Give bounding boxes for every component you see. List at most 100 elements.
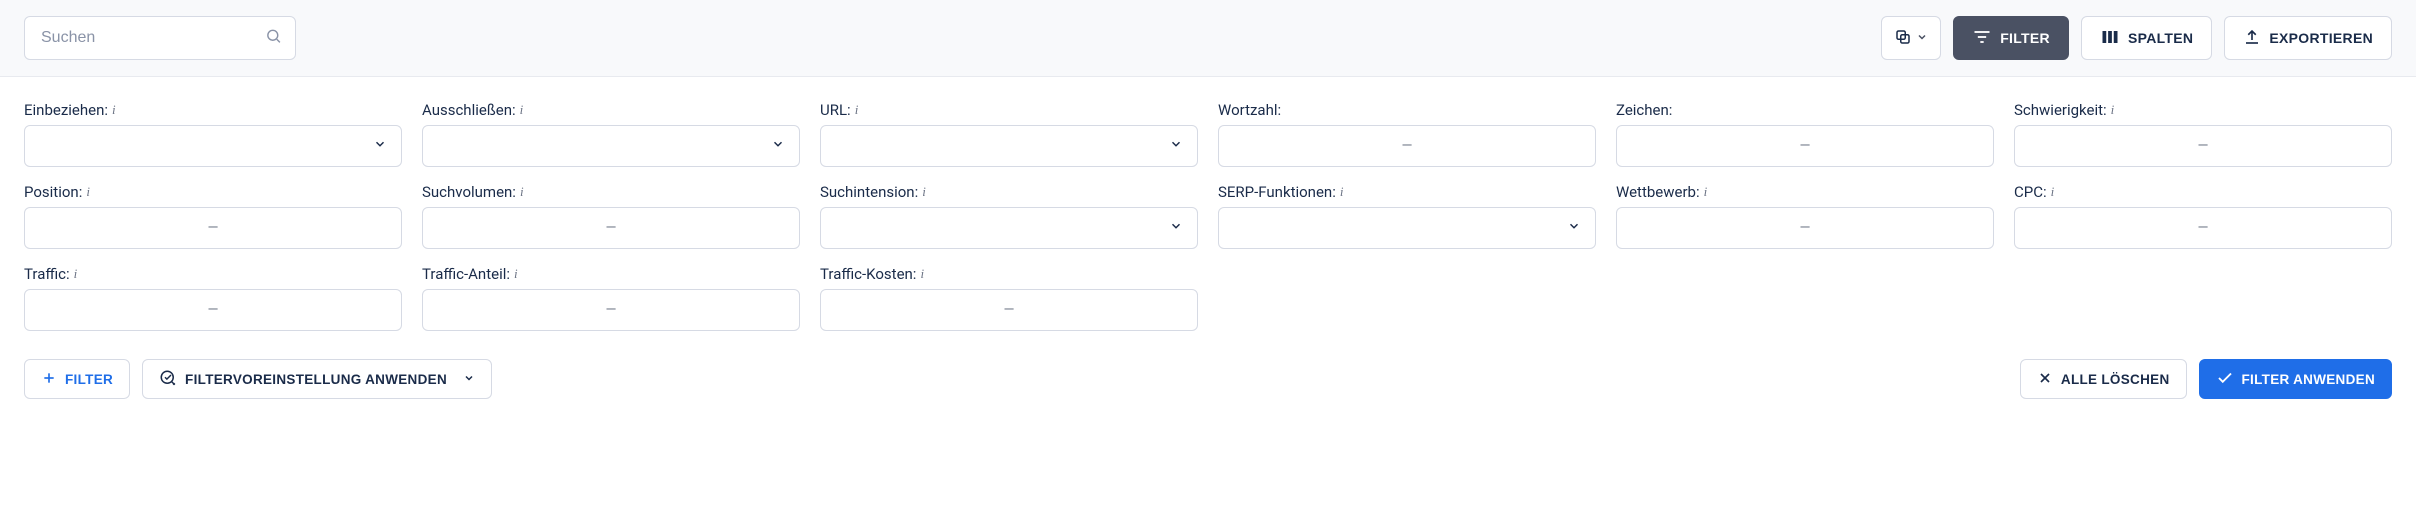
filter-select[interactable] — [422, 125, 800, 167]
info-icon[interactable]: i — [922, 184, 926, 200]
add-filter-button[interactable]: FILTER — [24, 359, 130, 399]
filter-cell: Suchvolumen:i — — [422, 183, 800, 249]
filter-toggle-label: FILTER — [2000, 30, 2050, 46]
filter-cell: SERP-Funktionen:i — [1218, 183, 1596, 249]
info-icon[interactable]: i — [2111, 102, 2115, 118]
filter-range[interactable]: — — [24, 207, 402, 249]
info-icon[interactable]: i — [520, 184, 524, 200]
filter-label-text: Suchvolumen: — [422, 183, 516, 201]
chevron-down-icon — [1169, 219, 1183, 237]
filter-label-text: Traffic-Anteil: — [422, 265, 510, 283]
clear-all-button[interactable]: ALLE LÖSCHEN — [2020, 359, 2187, 399]
info-icon[interactable]: i — [74, 266, 78, 282]
filter-cell — [2014, 265, 2392, 331]
info-icon[interactable]: i — [514, 266, 518, 282]
apply-filter-button[interactable]: FILTER ANWENDEN — [2199, 359, 2393, 399]
filter-range[interactable]: — — [422, 207, 800, 249]
filter-select[interactable] — [820, 125, 1198, 167]
columns-button[interactable]: SPALTEN — [2081, 16, 2212, 60]
filter-cell — [1616, 265, 1994, 331]
filter-label: Suchvolumen:i — [422, 183, 800, 201]
info-icon[interactable]: i — [112, 102, 116, 118]
filter-label: SERP-Funktionen:i — [1218, 183, 1596, 201]
chevron-down-icon — [373, 137, 387, 155]
filter-label-text: Traffic: — [24, 265, 70, 283]
filter-label: Schwierigkeit:i — [2014, 101, 2392, 119]
info-icon[interactable]: i — [520, 102, 524, 118]
filter-range[interactable]: — — [2014, 207, 2392, 249]
filter-actions: FILTER FILTERVOREINSTELLUNG ANWENDEN — [24, 359, 2392, 399]
filter-range[interactable]: — — [1616, 125, 1994, 167]
toolbar: FILTER SPALTEN EXPORTIEREN — [0, 0, 2416, 77]
chevron-down-icon — [771, 137, 785, 155]
filter-label: CPC:i — [2014, 183, 2392, 201]
filter-label-text: Wortzahl: — [1218, 101, 1281, 119]
info-icon[interactable]: i — [855, 102, 859, 118]
filter-label-text: CPC: — [2014, 183, 2047, 201]
filter-select[interactable] — [24, 125, 402, 167]
filter-range[interactable]: — — [422, 289, 800, 331]
filter-select[interactable] — [820, 207, 1198, 249]
filter-cell: Wettbewerb:i — — [1616, 183, 1994, 249]
filter-label: Traffic:i — [24, 265, 402, 283]
check-icon — [2216, 369, 2234, 390]
filter-label-text: Suchintension: — [820, 183, 918, 201]
export-label: EXPORTIEREN — [2269, 30, 2373, 46]
filter-range[interactable]: — — [820, 289, 1198, 331]
chevron-down-icon — [1916, 30, 1928, 46]
search-input[interactable] — [24, 16, 296, 60]
columns-icon — [2100, 28, 2120, 49]
info-icon[interactable]: i — [920, 266, 924, 282]
filter-grid: Einbeziehen:iAusschließen:iURL:iWortzahl… — [24, 101, 2392, 331]
filter-label-text: Wettbewerb: — [1616, 183, 1700, 201]
filter-label: Wortzahl: — [1218, 101, 1596, 119]
preset-button[interactable]: FILTERVOREINSTELLUNG ANWENDEN — [142, 359, 492, 399]
info-icon[interactable]: i — [1704, 184, 1708, 200]
filter-label-text: SERP-Funktionen: — [1218, 183, 1336, 201]
filter-range[interactable]: — — [1218, 125, 1596, 167]
filter-range[interactable]: — — [2014, 125, 2392, 167]
filter-cell: Schwierigkeit:i — — [2014, 101, 2392, 167]
filter-select[interactable] — [1218, 207, 1596, 249]
export-button[interactable]: EXPORTIEREN — [2224, 16, 2392, 60]
filter-icon — [1972, 27, 1992, 50]
close-icon — [2037, 370, 2053, 389]
copy-dropdown-button[interactable] — [1881, 16, 1941, 60]
plus-icon — [41, 370, 57, 389]
filter-label-text: Traffic-Kosten: — [820, 265, 916, 283]
filter-label: Position:i — [24, 183, 402, 201]
actions-right: ALLE LÖSCHEN FILTER ANWENDEN — [2020, 359, 2392, 399]
filter-toggle-button[interactable]: FILTER — [1953, 16, 2069, 60]
filter-label-text: Ausschließen: — [422, 101, 516, 119]
filter-cell: Traffic-Kosten:i — — [820, 265, 1198, 331]
filter-label: Suchintension:i — [820, 183, 1198, 201]
filter-cell: Zeichen: — — [1616, 101, 1994, 167]
toolbar-right: FILTER SPALTEN EXPORTIEREN — [1881, 16, 2392, 60]
columns-label: SPALTEN — [2128, 30, 2193, 46]
filter-label: Wettbewerb:i — [1616, 183, 1994, 201]
filter-label-text: Zeichen: — [1616, 101, 1672, 119]
info-icon[interactable]: i — [1340, 184, 1344, 200]
search-wrap — [24, 16, 296, 60]
filter-range[interactable]: — — [24, 289, 402, 331]
filter-label-text: URL: — [820, 101, 851, 119]
filter-label: Traffic-Anteil:i — [422, 265, 800, 283]
filter-label-text: Schwierigkeit: — [2014, 101, 2107, 119]
actions-left: FILTER FILTERVOREINSTELLUNG ANWENDEN — [24, 359, 492, 399]
apply-filter-label: FILTER ANWENDEN — [2242, 372, 2376, 387]
filter-cell: Ausschließen:i — [422, 101, 800, 167]
filter-label-text: Einbeziehen: — [24, 101, 108, 119]
info-icon[interactable]: i — [2051, 184, 2055, 200]
filters-panel: Einbeziehen:iAusschließen:iURL:iWortzahl… — [0, 77, 2416, 423]
filter-label: Traffic-Kosten:i — [820, 265, 1198, 283]
filter-cell: Position:i — — [24, 183, 402, 249]
export-icon — [2243, 28, 2261, 49]
clear-all-label: ALLE LÖSCHEN — [2061, 372, 2170, 387]
filter-label: Zeichen: — [1616, 101, 1994, 119]
filter-cell: URL:i — [820, 101, 1198, 167]
filter-range[interactable]: — — [1616, 207, 1994, 249]
filter-label: Einbeziehen:i — [24, 101, 402, 119]
filter-cell — [1218, 265, 1596, 331]
info-icon[interactable]: i — [86, 184, 90, 200]
filter-cell: Einbeziehen:i — [24, 101, 402, 167]
